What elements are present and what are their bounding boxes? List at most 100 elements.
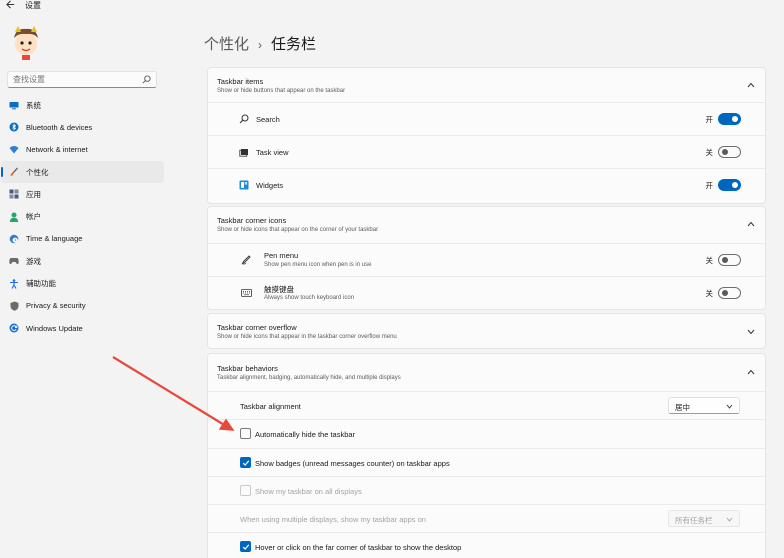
sidebar-item-accessibility[interactable]: 辅助功能 — [1, 272, 164, 294]
setting-row-alignment: Taskbar alignment 居中 — [208, 391, 765, 419]
sidebar-item-time-language[interactable]: Time & language — [1, 228, 164, 250]
sidebar-item-label: Windows Update — [26, 323, 83, 333]
setting-description: Always show touch keyboard icon — [264, 295, 355, 301]
chevron-down-icon — [747, 329, 755, 335]
checkbox-label[interactable]: Show badges (unread messages counter) on… — [255, 459, 450, 468]
title-bar: 设置 — [0, 0, 784, 14]
taskbar-behaviors-card: Taskbar behaviors Taskbar alignment, bad… — [207, 353, 766, 558]
card-title: Taskbar corner overflow — [217, 323, 297, 332]
checkmark-icon — [242, 544, 250, 551]
badges-checkbox[interactable] — [240, 456, 251, 468]
taskbar-items-card: Taskbar items Show or hide buttons that … — [207, 67, 766, 204]
shield-icon — [9, 301, 19, 311]
widgets-toggle[interactable] — [718, 179, 741, 191]
sidebar-item-personalization[interactable]: 个性化 — [1, 160, 164, 184]
chevron-down-icon — [726, 404, 733, 409]
search-toggle[interactable] — [718, 113, 741, 125]
pen-menu-toggle[interactable] — [718, 254, 741, 266]
task-view-toggle[interactable] — [718, 146, 741, 158]
checkbox-label[interactable]: Automatically hide the taskbar — [255, 430, 355, 439]
task-view-icon — [239, 149, 248, 157]
sidebar-item-label: Bluetooth & devices — [26, 122, 93, 132]
avatar-image — [14, 26, 38, 60]
setting-row-pen-menu: Pen menu Show pen menu icon when pen is … — [208, 243, 765, 276]
sidebar-item-windows-update[interactable]: Windows Update — [1, 317, 164, 339]
setting-label: When using multiple displays, show my ta… — [240, 515, 426, 525]
update-icon — [9, 323, 19, 333]
keyboard-icon — [241, 289, 252, 297]
sidebar-item-label: 游戏 — [26, 256, 41, 266]
app-title: 设置 — [25, 1, 41, 10]
sidebar-item-network[interactable]: Network & internet — [1, 139, 164, 161]
setting-row-badges: Show badges (unread messages counter) on… — [208, 447, 765, 476]
sidebar-item-accounts[interactable]: 帐户 — [1, 205, 164, 227]
chevron-up-icon — [747, 369, 755, 375]
sidebar-item-apps[interactable]: 应用 — [1, 183, 164, 205]
setting-row-touch-keyboard: 触摸键盘 Always show touch keyboard icon 关 — [208, 276, 765, 309]
setting-label: 触摸键盘 — [264, 285, 294, 294]
breadcrumb-separator: › — [258, 38, 263, 52]
setting-row-auto-hide: Automatically hide the taskbar — [208, 419, 765, 447]
back-button[interactable] — [6, 0, 20, 12]
breadcrumb: 个性化 › 任务栏 — [204, 35, 316, 55]
setting-row-multi-display: When using multiple displays, show my ta… — [208, 504, 765, 532]
setting-label: Taskbar alignment — [240, 402, 301, 411]
settings-search-box[interactable] — [7, 71, 157, 88]
corner-icons-card: Taskbar corner icons Show or hide icons … — [207, 206, 766, 310]
alignment-dropdown[interactable]: 居中 — [668, 397, 740, 414]
setting-row-task-view: Task view 关 — [208, 135, 765, 168]
toggle-state-text: 开 — [705, 115, 714, 124]
checkbox-label: Show my taskbar on all displays — [255, 486, 362, 496]
sidebar-item-gaming[interactable]: 游戏 — [1, 250, 164, 272]
checkbox-label[interactable]: Hover or click on the far corner of task… — [255, 543, 461, 552]
wifi-icon — [9, 145, 19, 155]
setting-label: Search — [256, 115, 280, 124]
setting-label: Task view — [256, 148, 289, 157]
card-subtitle: Show or hide icons that appear on the co… — [217, 227, 379, 233]
settings-search-input[interactable] — [8, 72, 136, 87]
taskbar-items-header[interactable]: Taskbar items Show or hide buttons that … — [208, 68, 765, 102]
chevron-up-icon — [747, 221, 755, 227]
chevron-up-icon — [747, 82, 755, 88]
search-icon — [239, 114, 249, 124]
corner-overflow-card[interactable]: Taskbar corner overflow Show or hide ico… — [207, 313, 766, 349]
sidebar-nav: 系统 Bluetooth & devices Network & interne… — [0, 94, 170, 339]
avatar[interactable] — [8, 24, 44, 62]
sidebar-item-label: 系统 — [26, 100, 41, 110]
taskbar-behaviors-header[interactable]: Taskbar behaviors Taskbar alignment, bad… — [208, 354, 765, 391]
setting-row-search: Search 开 — [208, 102, 765, 135]
corner-icons-header[interactable]: Taskbar corner icons Show or hide icons … — [208, 207, 765, 243]
sidebar-item-system[interactable]: 系统 — [1, 94, 164, 116]
sidebar-item-label: 应用 — [26, 189, 41, 199]
apps-icon — [9, 189, 19, 199]
person-icon — [9, 212, 19, 222]
all-displays-checkbox[interactable] — [240, 484, 251, 496]
globe-clock-icon — [9, 234, 19, 244]
touch-keyboard-toggle[interactable] — [718, 287, 741, 299]
setting-row-corner-click: Hover or click on the far corner of task… — [208, 532, 765, 558]
checkmark-icon — [242, 460, 250, 466]
toggle-state-text: 关 — [705, 289, 714, 298]
card-title: Taskbar behaviors — [217, 364, 278, 373]
dropdown-value: 居中 — [675, 403, 690, 412]
corner-click-checkbox[interactable] — [240, 541, 251, 553]
breadcrumb-parent[interactable]: 个性化 — [204, 35, 249, 55]
sidebar-item-label: Time & language — [26, 234, 83, 244]
chevron-down-icon — [726, 517, 733, 522]
widgets-icon — [239, 180, 249, 190]
sidebar-item-label: Network & internet — [26, 145, 88, 155]
card-title: Taskbar corner icons — [217, 216, 287, 225]
setting-label: Pen menu — [264, 251, 299, 260]
brush-icon — [9, 167, 19, 177]
page-title: 任务栏 — [271, 36, 317, 53]
toggle-state-text: 开 — [705, 181, 714, 190]
auto-hide-checkbox[interactable] — [240, 428, 251, 440]
card-subtitle: Show or hide buttons that appear on the … — [217, 88, 346, 94]
gamepad-icon — [9, 256, 19, 266]
card-subtitle: Show or hide icons that appear in the ta… — [217, 334, 397, 340]
bluetooth-icon — [9, 122, 19, 132]
sidebar-item-privacy[interactable]: Privacy & security — [1, 295, 164, 317]
accessibility-icon — [9, 278, 19, 289]
sidebar-item-bluetooth[interactable]: Bluetooth & devices — [1, 116, 164, 138]
multi-display-dropdown[interactable]: 所有任务栏 — [668, 510, 740, 528]
